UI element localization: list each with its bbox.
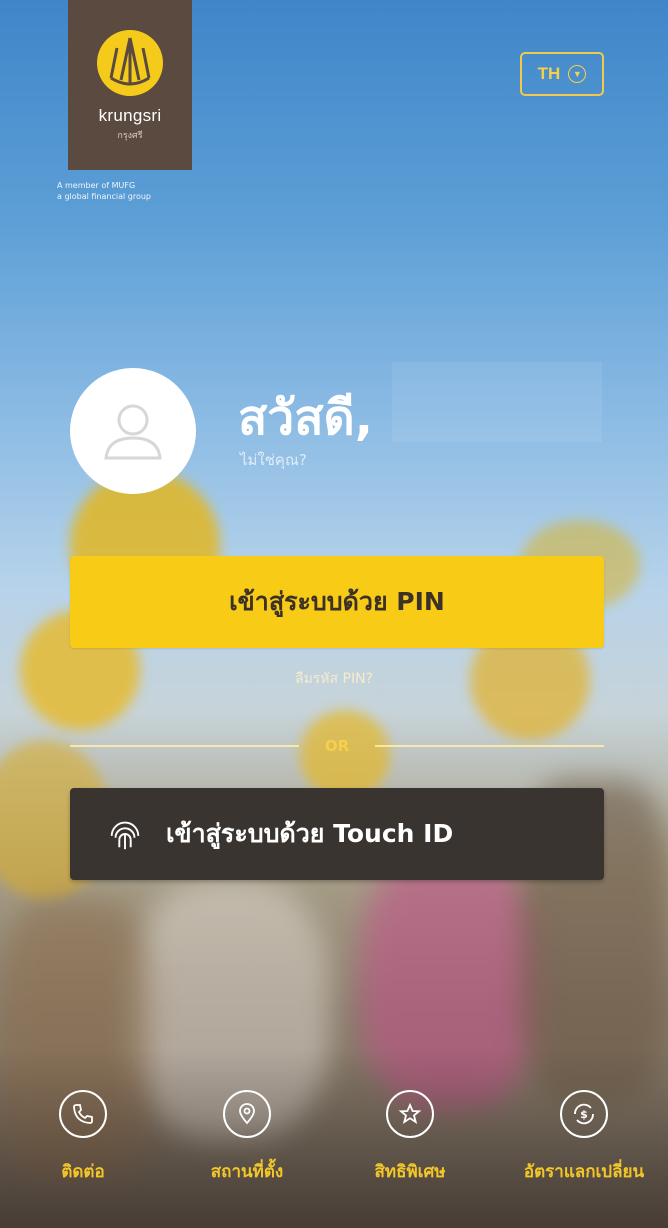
krungsri-emblem-icon	[97, 30, 163, 96]
login-screen: krungsri กรุงศรี A member of MUFG a glob…	[0, 0, 668, 1228]
nav-item-privileges[interactable]: สิทธิพิเศษ	[335, 1090, 485, 1185]
or-divider: OR	[70, 734, 604, 758]
divider-line	[70, 745, 299, 747]
greeting-text: สวัสดี,	[238, 390, 373, 446]
nav-item-contact[interactable]: ติดต่อ	[8, 1090, 158, 1185]
fingerprint-icon	[110, 821, 140, 850]
star-icon	[386, 1090, 434, 1138]
not-you-link[interactable]: ไม่ใช่คุณ?	[240, 448, 307, 472]
nav-label-privileges: สิทธิพิเศษ	[374, 1162, 446, 1182]
nav-label-exchange-rate: อัตราแลกเปลี่ยน	[523, 1162, 645, 1182]
logo-subtitle: กรุงศรี	[117, 131, 143, 141]
nav-label-contact: ติดต่อ	[61, 1162, 105, 1182]
user-icon	[104, 404, 162, 460]
forgot-pin-link[interactable]: ลืมรหัส PIN?	[0, 668, 668, 690]
member-line-1: A member of MUFG	[57, 181, 136, 190]
location-pin-icon	[223, 1090, 271, 1138]
nav-item-exchange-rate[interactable]: $ อัตราแลกเปลี่ยน	[509, 1090, 659, 1185]
login-touch-id-button[interactable]: เข้าสู่ระบบด้วย Touch ID	[70, 788, 604, 880]
bank-logo: krungsri กรุงศรี	[68, 0, 192, 170]
chevron-down-icon: ▼	[568, 65, 587, 83]
divider-line	[375, 745, 604, 747]
login-touch-id-label: เข้าสู่ระบบด้วย Touch ID	[166, 819, 454, 848]
bottom-nav: ติดต่อ สถานที่ตั้ง สิทธิพิเศษ $ อัตราแลก…	[0, 1090, 668, 1220]
phone-icon	[59, 1090, 107, 1138]
mufg-member-text: A member of MUFG a global financial grou…	[57, 180, 207, 202]
login-pin-button[interactable]: เข้าสู่ระบบด้วย PIN	[70, 556, 604, 648]
login-pin-label: เข้าสู่ระบบด้วย PIN	[229, 587, 445, 616]
avatar	[70, 368, 196, 494]
logo-name: krungsri	[98, 106, 162, 125]
nav-label-location: สถานที่ตั้ง	[210, 1162, 284, 1182]
svg-text:$: $	[580, 1108, 588, 1121]
user-name-redacted	[392, 362, 602, 442]
language-selector[interactable]: TH ▼	[520, 52, 604, 96]
or-label: OR	[324, 737, 350, 755]
currency-exchange-icon: $	[560, 1090, 608, 1138]
member-line-2: a global financial group	[57, 192, 151, 201]
language-value: TH	[537, 64, 561, 83]
nav-item-location[interactable]: สถานที่ตั้ง	[172, 1090, 322, 1185]
